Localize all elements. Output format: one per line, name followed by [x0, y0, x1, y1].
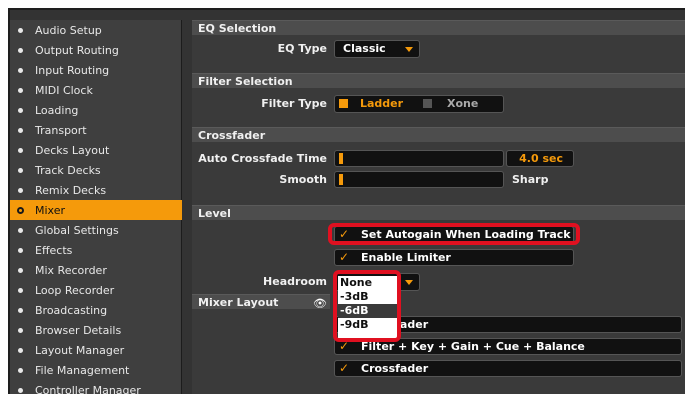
- section-header-mixer-layout: Mixer Layout: [192, 294, 330, 309]
- checkmark-icon[interactable]: ✓: [339, 362, 351, 374]
- checkmark-icon[interactable]: ✓: [339, 251, 351, 263]
- bullet-icon: [18, 27, 23, 33]
- bullet-icon: [18, 327, 23, 333]
- limiter-checkbox-row[interactable]: ✓ Enable Limiter: [334, 249, 574, 266]
- bullet-icon: [18, 367, 23, 373]
- bullet-icon: [18, 347, 23, 353]
- bullet-icon: [18, 247, 23, 253]
- sidebar-item-label: Broadcasting: [35, 303, 108, 317]
- sidebar-item-label: Browser Details: [35, 323, 122, 337]
- headroom-label: Headroom: [263, 275, 327, 288]
- section-header-level: Level: [192, 205, 685, 220]
- highlight-outline-headroom: [333, 270, 401, 342]
- sidebar-item-label: Track Decks: [35, 163, 101, 177]
- radio-unselected-icon: [423, 99, 432, 108]
- sidebar-item-label: Mixer: [35, 203, 66, 217]
- filter-type-selector: Ladder Xone: [334, 95, 504, 113]
- filter-option-xone[interactable]: Xone: [421, 96, 503, 112]
- filter-option-ladder-label: Ladder: [360, 97, 404, 110]
- sidebar-item-label: Decks Layout: [35, 143, 110, 157]
- sidebar-item-label: Global Settings: [35, 223, 119, 237]
- sidebar-item-broadcasting[interactable]: Broadcasting: [10, 300, 182, 320]
- sidebar-item-controller-manager[interactable]: Controller Manager: [10, 380, 182, 394]
- limiter-label: Enable Limiter: [361, 251, 451, 264]
- sidebar-item-label: Remix Decks: [35, 183, 107, 197]
- sidebar-item-mix-recorder[interactable]: Mix Recorder: [10, 260, 182, 280]
- eye-icon[interactable]: 👁: [313, 297, 327, 310]
- bullet-icon: [18, 287, 23, 293]
- bullet-icon: [18, 127, 23, 133]
- bullet-icon: [18, 167, 23, 173]
- filter-option-xone-label: Xone: [447, 97, 479, 110]
- bullet-icon: [18, 107, 23, 113]
- sidebar-item-transport[interactable]: Transport: [10, 120, 182, 140]
- bullet-icon: [18, 47, 23, 53]
- radio-selected-icon: [339, 99, 348, 108]
- sidebar-item-input-routing[interactable]: Input Routing: [10, 60, 182, 80]
- sidebar-item-output-routing[interactable]: Output Routing: [10, 40, 182, 60]
- sidebar-item-label: Loop Recorder: [35, 283, 115, 297]
- bullet-icon: [18, 227, 23, 233]
- sidebar-item-audio-setup[interactable]: Audio Setup: [10, 20, 182, 40]
- sidebar-item-loop-recorder[interactable]: Loop Recorder: [10, 280, 182, 300]
- sidebar-item-label: Controller Manager: [35, 383, 141, 394]
- sidebar-item-file-management[interactable]: File Management: [10, 360, 182, 380]
- bullet-icon: [18, 267, 23, 273]
- auto-crossfade-time-slider[interactable]: [334, 150, 504, 167]
- sidebar-item-midi-clock[interactable]: MIDI Clock: [10, 80, 182, 100]
- slider-handle[interactable]: [339, 174, 343, 185]
- sidebar-item-effects[interactable]: Effects: [10, 240, 182, 260]
- chevron-down-icon: [405, 47, 413, 52]
- sidebar-item-label: Mix Recorder: [35, 263, 107, 277]
- crossfader-curve-slider[interactable]: [334, 171, 504, 188]
- sidebar-item-remix-decks[interactable]: Remix Decks: [10, 180, 182, 200]
- highlight-outline-autogain: [328, 223, 580, 245]
- sidebar-item-label: Output Routing: [35, 43, 119, 57]
- sidebar-item-browser-details[interactable]: Browser Details: [10, 320, 182, 340]
- sidebar-item-loading[interactable]: Loading: [10, 100, 182, 120]
- sidebar-item-label: MIDI Clock: [35, 83, 93, 97]
- sidebar-item-label: Loading: [35, 103, 79, 117]
- radio-selected-icon: [17, 206, 24, 214]
- sidebar-item-label: Audio Setup: [35, 23, 102, 37]
- bullet-icon: [18, 147, 23, 153]
- smooth-label: Smooth: [279, 173, 327, 186]
- auto-crossfade-time-label: Auto Crossfade Time: [198, 152, 327, 165]
- eq-type-label: EQ Type: [277, 42, 327, 55]
- sidebar-item-track-decks[interactable]: Track Decks: [10, 160, 182, 180]
- layout-row-crossfader[interactable]: ✓ Crossfader: [334, 360, 682, 377]
- sidebar-item-label: Effects: [35, 243, 73, 257]
- filter-type-label: Filter Type: [261, 97, 327, 110]
- chevron-down-icon: [405, 280, 413, 285]
- section-header-eq-selection: EQ Selection: [192, 20, 685, 35]
- bullet-icon: [18, 307, 23, 313]
- sidebar-item-decks-layout[interactable]: Decks Layout: [10, 140, 182, 160]
- eq-type-value: Classic: [343, 42, 386, 55]
- eq-type-dropdown[interactable]: Classic: [334, 40, 420, 58]
- section-header-crossfader: Crossfader: [192, 127, 685, 142]
- bullet-icon: [18, 87, 23, 93]
- bullet-icon: [18, 67, 23, 73]
- sidebar-item-global-settings[interactable]: Global Settings: [10, 220, 182, 240]
- sharp-label: Sharp: [512, 173, 549, 186]
- sidebar-item-mixer[interactable]: Mixer: [10, 200, 182, 220]
- sidebar-item-label: Layout Manager: [35, 343, 125, 357]
- sidebar-item-label: Input Routing: [35, 63, 110, 77]
- auto-crossfade-time-value[interactable]: 4.0 sec: [506, 150, 574, 167]
- bullet-icon: [18, 187, 23, 193]
- layout-row-label: Crossfader: [361, 362, 429, 375]
- sidebar-item-layout-manager[interactable]: Layout Manager: [10, 340, 182, 360]
- sidebar-item-label: Transport: [35, 123, 87, 137]
- sidebar-item-label: File Management: [35, 363, 130, 377]
- slider-handle[interactable]: [339, 153, 343, 164]
- filter-option-ladder[interactable]: Ladder: [335, 96, 419, 112]
- preferences-sidebar: Audio Setup Output Routing Input Routing MI…: [10, 20, 182, 394]
- section-header-filter-selection: Filter Selection: [192, 73, 685, 88]
- bullet-icon: [18, 387, 23, 393]
